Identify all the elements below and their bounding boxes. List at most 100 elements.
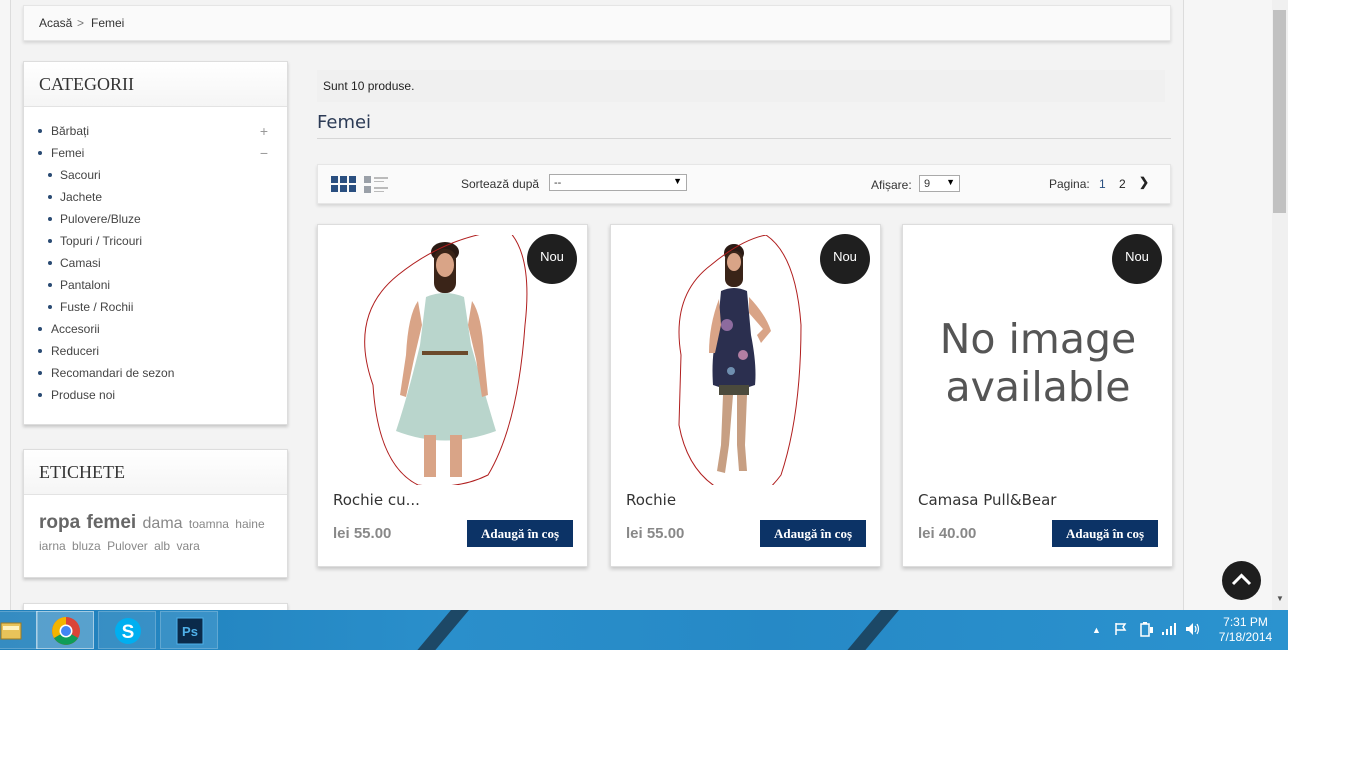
category-label: Camasi bbox=[60, 256, 101, 270]
system-clock[interactable]: 7:31 PM 7/18/2014 bbox=[1208, 615, 1283, 645]
network-signal-icon[interactable] bbox=[1161, 622, 1177, 636]
category-item-topuri[interactable]: Topuri / Tricouri bbox=[38, 234, 278, 256]
sort-select[interactable]: -- ▼ bbox=[549, 174, 687, 191]
tag-link[interactable]: dama bbox=[143, 515, 183, 532]
category-item-barbati[interactable]: Bărbați + bbox=[38, 124, 278, 146]
new-badge: Nou bbox=[1112, 234, 1162, 284]
category-item-fuste-rochii[interactable]: Fuste / Rochii bbox=[38, 300, 278, 322]
new-badge: Nou bbox=[527, 234, 577, 284]
category-label: Pulovere/Bluze bbox=[60, 212, 141, 226]
collapse-minus-icon[interactable]: − bbox=[260, 146, 268, 160]
product-card[interactable]: No image available Nou Camasa Pull&Bear … bbox=[902, 224, 1173, 567]
volume-icon[interactable] bbox=[1185, 622, 1201, 636]
taskbar-skype[interactable]: S bbox=[98, 611, 156, 649]
page-scrollbar[interactable]: ▼ bbox=[1272, 0, 1288, 610]
list-view-icon[interactable] bbox=[364, 176, 388, 193]
tag-link[interactable]: femei bbox=[87, 512, 137, 533]
category-label: Femei bbox=[51, 146, 85, 160]
page-title-text: Femei bbox=[317, 112, 372, 133]
show-label: Afișare: bbox=[871, 178, 912, 192]
category-item-produse-noi[interactable]: Produse noi bbox=[38, 388, 278, 410]
product-price: lei 40.00 bbox=[918, 525, 977, 542]
category-item-accesorii[interactable]: Accesorii bbox=[38, 322, 278, 344]
file-explorer-icon bbox=[0, 622, 22, 640]
product-card[interactable]: Nou Rochie cu... lei 55.00 Adaugă în coș bbox=[317, 224, 588, 567]
new-badge: Nou bbox=[820, 234, 870, 284]
dropdown-arrow-icon: ▼ bbox=[946, 177, 955, 187]
battery-icon[interactable] bbox=[1138, 622, 1154, 637]
category-label: Fuste / Rochii bbox=[60, 300, 134, 314]
category-label: Jachete bbox=[60, 190, 103, 204]
page-title: Femei bbox=[317, 112, 1171, 139]
taskbar-photoshop[interactable]: Ps bbox=[160, 611, 218, 649]
category-item-femei[interactable]: Femei − bbox=[38, 146, 278, 168]
scroll-down-arrow-icon[interactable]: ▼ bbox=[1276, 594, 1284, 603]
breadcrumb-home-link[interactable]: Acasă bbox=[39, 16, 72, 30]
add-to-cart-button[interactable]: Adaugă în coș bbox=[467, 520, 573, 547]
browser-page: Acasă > Femei CATEGORII Bărbați + Femei − … bbox=[0, 0, 1272, 610]
category-item-pulovere[interactable]: Pulovere/Bluze bbox=[38, 212, 278, 234]
category-item-sacouri[interactable]: Sacouri bbox=[38, 168, 278, 190]
show-count-select[interactable]: 9 ▼ bbox=[919, 175, 960, 192]
breadcrumb-separator: > bbox=[77, 16, 85, 30]
taskbar-file-explorer[interactable] bbox=[0, 611, 38, 649]
screenshot: Acasă > Femei CATEGORII Bărbați + Femei − … bbox=[0, 0, 1288, 650]
svg-text:S: S bbox=[122, 622, 135, 643]
add-to-cart-button[interactable]: Adaugă în coș bbox=[760, 520, 866, 547]
tag-link[interactable]: toamna bbox=[189, 517, 229, 531]
sidebar-block-partial bbox=[23, 603, 288, 610]
back-to-top-button[interactable] bbox=[1222, 561, 1261, 600]
category-item-camasi[interactable]: Camasi bbox=[38, 256, 278, 278]
add-to-cart-button[interactable]: Adaugă în coș bbox=[1052, 520, 1158, 547]
category-label: Recomandari de sezon bbox=[51, 366, 175, 380]
page-link-2[interactable]: 2 bbox=[1119, 177, 1126, 191]
category-label: Topuri / Tricouri bbox=[60, 234, 143, 248]
tag-cloud: ropa femei dama toamna haine iarna bluza… bbox=[39, 512, 274, 557]
sort-select-value: -- bbox=[554, 177, 562, 189]
tag-link[interactable]: vara bbox=[176, 539, 199, 553]
sort-label: Sortează după bbox=[461, 177, 540, 191]
category-item-pantaloni[interactable]: Pantaloni bbox=[38, 278, 278, 300]
page-link-1[interactable]: 1 bbox=[1099, 177, 1106, 191]
product-count-bar: Sunt 10 produse. bbox=[317, 70, 1165, 102]
chevron-right-icon[interactable]: ❯ bbox=[1139, 175, 1149, 189]
pagination-label: Pagina: bbox=[1049, 177, 1090, 191]
category-label: Produse noi bbox=[51, 388, 116, 402]
expand-plus-icon[interactable]: + bbox=[260, 124, 268, 138]
site-container: Acasă > Femei CATEGORII Bărbați + Femei − … bbox=[10, 0, 1184, 610]
tag-link[interactable]: ropa bbox=[39, 512, 80, 533]
breadcrumb: Acasă > Femei bbox=[23, 5, 1171, 41]
product-count: Sunt 10 produse. bbox=[323, 79, 415, 93]
tag-link[interactable]: alb bbox=[154, 539, 170, 553]
product-price: lei 55.00 bbox=[333, 525, 392, 542]
show-hidden-icons-icon[interactable]: ▲ bbox=[1092, 625, 1101, 635]
taskbar-chrome[interactable] bbox=[36, 611, 94, 649]
category-label: Sacouri bbox=[60, 168, 101, 182]
tag-link[interactable]: bluza bbox=[72, 539, 101, 553]
taskbar-decoration bbox=[400, 610, 478, 650]
category-item-jachete[interactable]: Jachete bbox=[38, 190, 278, 212]
no-image-placeholder: No image available bbox=[939, 315, 1137, 411]
action-center-flag-icon[interactable] bbox=[1114, 622, 1128, 636]
category-list: Bărbați + Femei − Sacouri Jachete Pulovere… bbox=[38, 124, 278, 410]
product-name[interactable]: Rochie cu... bbox=[333, 491, 420, 509]
tag-link[interactable]: iarna bbox=[39, 539, 66, 553]
categories-title: CATEGORII bbox=[39, 74, 134, 94]
product-name[interactable]: Camasa Pull&Bear bbox=[918, 491, 1056, 509]
category-label: Reduceri bbox=[51, 344, 100, 358]
category-label: Bărbați bbox=[51, 124, 90, 138]
chevron-up-icon bbox=[1231, 573, 1252, 586]
skype-icon: S bbox=[115, 618, 141, 644]
tag-link[interactable]: Pulover bbox=[107, 539, 148, 553]
grid-view-icon[interactable] bbox=[331, 176, 356, 193]
scrollbar-thumb[interactable] bbox=[1273, 10, 1286, 213]
tags-title: ETICHETE bbox=[39, 462, 125, 482]
category-item-recomandari[interactable]: Recomandari de sezon bbox=[38, 366, 278, 388]
svg-text:Ps: Ps bbox=[182, 624, 198, 639]
tag-link[interactable]: haine bbox=[235, 517, 264, 531]
photoshop-icon: Ps bbox=[176, 617, 204, 645]
tags-block: ETICHETE ropa femei dama toamna haine ia… bbox=[23, 449, 288, 578]
category-item-reduceri[interactable]: Reduceri bbox=[38, 344, 278, 366]
product-name[interactable]: Rochie bbox=[626, 491, 676, 509]
product-card[interactable]: Nou Rochie lei 55.00 Adaugă în coș bbox=[610, 224, 881, 567]
